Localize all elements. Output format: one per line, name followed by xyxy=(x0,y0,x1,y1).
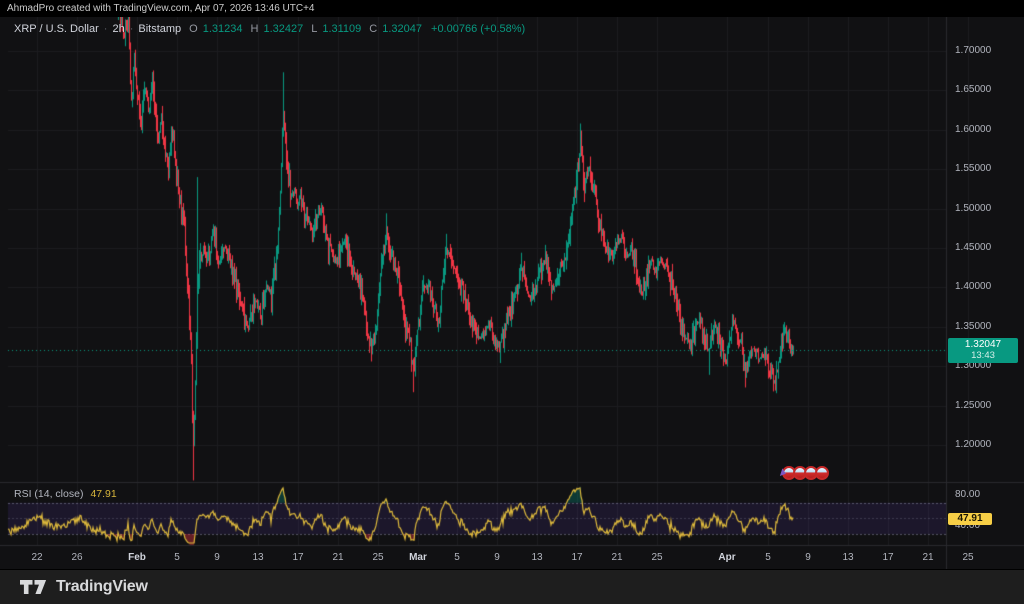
time-tick: 26 xyxy=(71,552,83,563)
close-label: C xyxy=(369,23,378,35)
time-tick: 13 xyxy=(252,552,264,563)
time-tick: 5 xyxy=(765,552,771,563)
legend-separator: · xyxy=(129,23,134,35)
emoji-sticker-cluster[interactable] xyxy=(779,464,829,482)
last-price-badge: 1.32047 13:43 xyxy=(948,338,1018,364)
time-tick: Apr xyxy=(718,552,736,563)
time-tick: 25 xyxy=(651,552,663,563)
interval-label[interactable]: 2h xyxy=(112,23,124,35)
time-tick: 21 xyxy=(332,552,344,563)
price-tick: 1.45000 xyxy=(955,242,992,253)
footer-bar: TradingView xyxy=(0,570,1024,604)
time-tick: 9 xyxy=(214,552,220,563)
price-tick: 1.60000 xyxy=(955,123,992,135)
time-tick: 13 xyxy=(531,552,543,563)
price-tick: 1.40000 xyxy=(955,281,992,293)
price-tick: 1.50000 xyxy=(955,202,992,214)
time-tick: 9 xyxy=(805,552,811,563)
open-label: O xyxy=(189,23,198,35)
rsi-value-badge: 47.91 xyxy=(948,513,992,526)
price-tick: 1.35000 xyxy=(955,320,992,332)
time-tick: Feb xyxy=(128,552,146,563)
symbol-title[interactable]: XRP / U.S. Dollar xyxy=(14,23,99,35)
time-axis[interactable]: 22 26 Feb 5 9 13 17 21 25 Mar 5 9 13 17 21 25 Apr 5 9 13 17 2… xyxy=(0,545,973,569)
price-tick: 1.20000 xyxy=(955,439,992,450)
low-value: 1.31109 xyxy=(322,23,362,35)
price-tick: 1.25000 xyxy=(955,399,992,411)
symbol-legend: XRP / U.S. Dollar · 2h · Bitstamp O 1.31… xyxy=(14,23,525,35)
countdown-timer: 13:43 xyxy=(971,350,995,362)
time-tick: 22 xyxy=(31,552,43,563)
price-tick: 1.65000 xyxy=(955,84,992,96)
time-tick: 25 xyxy=(962,552,974,563)
time-tick: 17 xyxy=(292,552,304,563)
close-value: 1.32047 xyxy=(382,23,423,35)
high-label: H xyxy=(250,23,259,35)
high-value: 1.32427 xyxy=(263,23,304,35)
price-tick: 1.55000 xyxy=(955,163,992,175)
change-value: +0.00766 (+0.58%) xyxy=(431,23,526,35)
chart-canvas[interactable] xyxy=(0,17,1024,569)
price-axis[interactable]: 1.32047 13:43 47.91 1.70000 1.65000 1.6000… xyxy=(946,17,1024,569)
time-tick: 17 xyxy=(571,552,583,563)
price-tick: 1.70000 xyxy=(955,45,992,56)
exchange-label[interactable]: Bitstamp xyxy=(138,23,181,35)
rsi-value: 47.91 xyxy=(90,488,117,500)
rsi-legend: RSI (14, close) 47.91 xyxy=(14,488,117,500)
time-tick: 21 xyxy=(611,552,623,563)
time-tick: 25 xyxy=(372,552,384,563)
tradingview-chart-page: AhmadPro created with TradingView.com, A… xyxy=(0,0,1024,604)
time-tick: 13 xyxy=(842,552,854,563)
time-tick: 5 xyxy=(174,552,180,563)
time-tick: 9 xyxy=(494,552,500,563)
legend-separator: · xyxy=(103,23,108,35)
time-tick: 17 xyxy=(882,552,894,563)
attribution-text: AhmadPro created with TradingView.com, A… xyxy=(7,3,315,14)
chart-region: XRP / U.S. Dollar · 2h · Bitstamp O 1.31… xyxy=(0,17,1024,569)
emoji-sticker[interactable] xyxy=(815,466,829,480)
tradingview-wordmark[interactable]: TradingView xyxy=(56,578,148,596)
time-tick: 21 xyxy=(922,552,934,563)
open-value: 1.31234 xyxy=(202,23,243,35)
time-tick: 5 xyxy=(454,552,460,563)
tradingview-logo-icon[interactable] xyxy=(20,579,47,595)
low-label: L xyxy=(311,23,318,35)
attribution-bar: AhmadPro created with TradingView.com, A… xyxy=(0,0,1024,17)
last-price: 1.32047 xyxy=(964,339,1002,351)
rsi-title[interactable]: RSI (14, close) xyxy=(14,488,83,500)
time-tick: Mar xyxy=(409,552,427,563)
rsi-tick: 80.00 xyxy=(955,489,981,500)
